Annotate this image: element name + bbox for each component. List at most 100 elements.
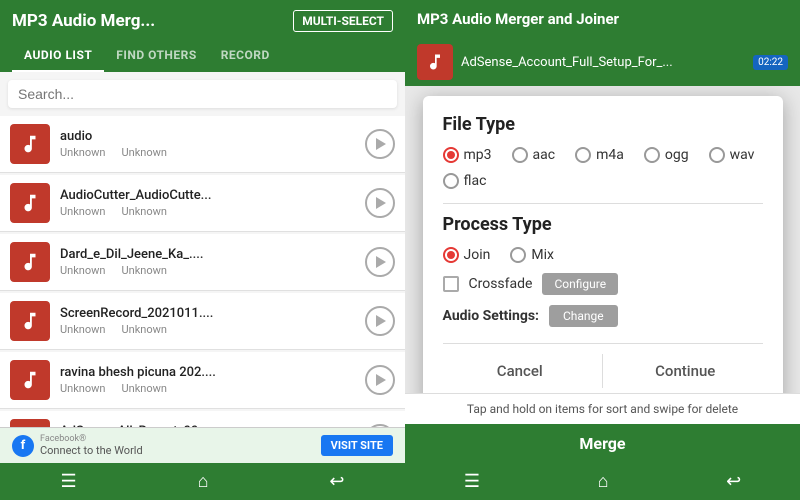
merge-button[interactable]: Merge: [579, 434, 625, 453]
left-footer: f Facebook® Connect to the World VISIT S…: [0, 427, 405, 463]
right-menu-icon[interactable]: ☰: [464, 471, 480, 492]
audio-item-meta1: Unknown: [60, 205, 105, 218]
audio-item-icon: [10, 419, 50, 427]
audio-item-meta1: Unknown: [60, 264, 105, 277]
audio-item-meta: Unknown Unknown: [60, 205, 365, 218]
tab-record[interactable]: RECORD: [209, 40, 282, 72]
left-header: MP3 Audio Merg... MULTI-SELECT AUDIO LIS…: [0, 0, 405, 72]
audio-item-info: ravina bhesh picuna 202.... Unknown Unkn…: [60, 365, 365, 395]
filetype-wav[interactable]: wav: [709, 147, 755, 163]
audio-item-info: AudioCutter_AudioCutte... Unknown Unknow…: [60, 188, 365, 218]
audio-settings-label: Audio Settings:: [443, 308, 539, 324]
label-mix: Mix: [531, 247, 554, 263]
play-button[interactable]: [365, 247, 395, 277]
label-wav: wav: [730, 147, 755, 163]
list-item: audio Unknown Unknown: [0, 116, 405, 173]
list-item: AdSense_All_Report_00_.... Unknown Unkno…: [0, 411, 405, 427]
audio-settings-row: Audio Settings: Change: [443, 305, 763, 327]
label-ogg: ogg: [665, 147, 689, 163]
right-panel: MP3 Audio Merger and Joiner AdSense_Acco…: [405, 0, 800, 500]
menu-icon[interactable]: ☰: [60, 471, 76, 492]
play-button[interactable]: [365, 129, 395, 159]
fb-platform: Facebook®: [40, 434, 143, 444]
cancel-button[interactable]: Cancel: [443, 354, 598, 388]
tab-audio-list[interactable]: AUDIO LIST: [12, 40, 104, 72]
multi-select-button[interactable]: MULTI-SELECT: [293, 10, 393, 32]
change-button[interactable]: Change: [549, 305, 618, 327]
right-header: MP3 Audio Merger and Joiner: [405, 0, 800, 38]
processtype-mix[interactable]: Mix: [510, 247, 554, 263]
right-app-title: MP3 Audio Merger and Joiner: [417, 10, 619, 28]
crossfade-checkbox[interactable]: [443, 276, 459, 292]
crossfade-label: Crossfade: [469, 276, 533, 292]
audio-item-name: Dard_e_Dil_Jeene_Ka_....: [60, 247, 365, 262]
facebook-ad: f Facebook® Connect to the World: [12, 434, 143, 457]
search-bar: [8, 80, 397, 108]
audio-item-icon: [10, 242, 50, 282]
bottom-message: Tap and hold on items for sort and swipe…: [405, 393, 800, 424]
filetype-mp3[interactable]: mp3: [443, 147, 492, 163]
configure-button[interactable]: Configure: [542, 273, 618, 295]
fb-ad-text: Facebook® Connect to the World: [40, 434, 143, 457]
left-panel: MP3 Audio Merg... MULTI-SELECT AUDIO LIS…: [0, 0, 405, 500]
label-m4a: m4a: [596, 147, 624, 163]
audio-item-meta2: Unknown: [121, 323, 166, 336]
dialog-overlay: File Type mp3 aac m4a ogg: [405, 86, 800, 393]
audio-item-info: Dard_e_Dil_Jeene_Ka_.... Unknown Unknown: [60, 247, 365, 277]
audio-item-meta2: Unknown: [121, 205, 166, 218]
audio-item-name: ravina bhesh picuna 202....: [60, 365, 365, 380]
audio-item-icon: [10, 124, 50, 164]
current-audio-name: AdSense_Account_Full_Setup_For_...: [461, 55, 745, 70]
audio-item-meta: Unknown Unknown: [60, 382, 365, 395]
current-audio-icon: [417, 44, 453, 80]
audio-item-meta: Unknown Unknown: [60, 323, 365, 336]
dialog-actions: Cancel Continue: [443, 343, 763, 388]
play-button[interactable]: [365, 188, 395, 218]
radio-mp3: [443, 147, 459, 163]
filetype-aac[interactable]: aac: [512, 147, 556, 163]
process-type-title: Process Type: [443, 214, 763, 235]
audio-item-icon: [10, 360, 50, 400]
right-home-icon[interactable]: ⌂: [598, 471, 609, 492]
filetype-flac[interactable]: flac: [443, 173, 487, 189]
audio-item-meta2: Unknown: [121, 146, 166, 159]
filetype-m4a[interactable]: m4a: [575, 147, 624, 163]
audio-item-meta: Unknown Unknown: [60, 264, 365, 277]
right-back-icon[interactable]: ↩: [726, 471, 741, 492]
radio-wav: [709, 147, 725, 163]
current-audio-time: 02:22: [753, 55, 788, 70]
label-flac: flac: [464, 173, 487, 189]
tab-find-others[interactable]: FIND OTHERS: [104, 40, 208, 72]
radio-join: [443, 247, 459, 263]
audio-item-name: AudioCutter_AudioCutte...: [60, 188, 365, 203]
process-type-group: Join Mix: [443, 247, 763, 263]
file-type-dialog: File Type mp3 aac m4a ogg: [423, 96, 783, 393]
audio-item-info: ScreenRecord_2021011.... Unknown Unknown: [60, 306, 365, 336]
back-icon[interactable]: ↩: [329, 471, 344, 492]
filetype-ogg[interactable]: ogg: [644, 147, 689, 163]
audio-item-icon: [10, 301, 50, 341]
search-input[interactable]: [18, 86, 387, 102]
app-title: MP3 Audio Merg...: [12, 11, 155, 31]
continue-button[interactable]: Continue: [608, 354, 763, 388]
audio-item-info: audio Unknown Unknown: [60, 129, 365, 159]
play-button[interactable]: [365, 365, 395, 395]
crossfade-row: Crossfade Configure: [443, 273, 763, 295]
dialog-divider: [602, 354, 603, 388]
list-item: Dard_e_Dil_Jeene_Ka_.... Unknown Unknown: [0, 234, 405, 291]
home-icon[interactable]: ⌂: [198, 471, 209, 492]
right-nav: ☰ ⌂ ↩: [405, 463, 800, 500]
play-button[interactable]: [365, 306, 395, 336]
processtype-join[interactable]: Join: [443, 247, 491, 263]
audio-item-name: ScreenRecord_2021011....: [60, 306, 365, 321]
list-item: AudioCutter_AudioCutte... Unknown Unknow…: [0, 175, 405, 232]
audio-item-meta2: Unknown: [121, 382, 166, 395]
audio-item-name: audio: [60, 129, 365, 144]
file-type-title: File Type: [443, 114, 763, 135]
list-item: ScreenRecord_2021011.... Unknown Unknown: [0, 293, 405, 350]
audio-item-meta2: Unknown: [121, 264, 166, 277]
audio-list: audio Unknown Unknown AudioCutter_AudioC…: [0, 116, 405, 427]
visit-site-button[interactable]: VISIT SITE: [321, 435, 393, 456]
label-join: Join: [464, 247, 491, 263]
left-nav: ☰ ⌂ ↩: [0, 463, 405, 500]
